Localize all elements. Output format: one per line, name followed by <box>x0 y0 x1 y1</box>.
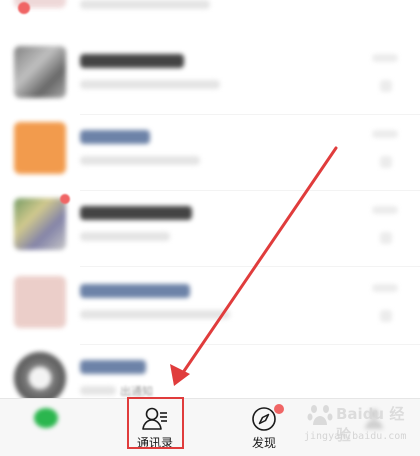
chat-row[interactable] <box>0 34 420 114</box>
chat-title <box>80 284 190 298</box>
chat-avatar <box>14 352 66 400</box>
chat-avatar <box>14 46 66 98</box>
paw-logo-icon <box>307 405 333 425</box>
mute-icon <box>380 232 392 244</box>
chat-row[interactable] <box>0 186 420 266</box>
chat-time <box>372 54 398 62</box>
chat-title <box>80 360 146 374</box>
chat-avatar <box>14 276 66 328</box>
chat-avatar <box>14 198 66 250</box>
chat-avatar <box>14 122 66 174</box>
message-preview <box>80 80 220 89</box>
message-preview <box>80 386 116 395</box>
chat-time <box>372 206 398 214</box>
message-preview <box>80 310 230 319</box>
message-preview <box>80 232 170 241</box>
contacts-highlight-box <box>127 397 184 449</box>
tab-discover[interactable]: 发现 <box>222 399 306 456</box>
chat-row[interactable] <box>0 264 420 344</box>
chats-icon <box>34 408 58 428</box>
mute-icon <box>380 156 392 168</box>
mute-icon <box>380 310 392 322</box>
message-preview <box>80 0 210 9</box>
watermark-url: jingyan.baidu.com <box>304 431 407 442</box>
chat-title <box>80 54 184 68</box>
chat-title <box>80 206 192 220</box>
chat-list: 出通知 <box>0 0 420 400</box>
tab-discover-label: 发现 <box>251 436 276 450</box>
tab-chats[interactable] <box>4 399 88 456</box>
baidu-watermark: Baidu 经验 jingyan.baidu.com <box>300 395 418 453</box>
badge-dot <box>18 2 30 14</box>
discover-badge-dot <box>274 404 284 414</box>
mute-icon <box>380 80 392 92</box>
chat-time <box>372 284 398 292</box>
message-preview <box>80 156 200 165</box>
chat-row[interactable]: 出通知 <box>0 340 420 400</box>
badge-dot <box>60 194 70 204</box>
chat-row[interactable] <box>0 110 420 190</box>
chat-row[interactable] <box>0 0 420 22</box>
chat-time <box>372 130 398 138</box>
chat-title <box>80 130 150 144</box>
